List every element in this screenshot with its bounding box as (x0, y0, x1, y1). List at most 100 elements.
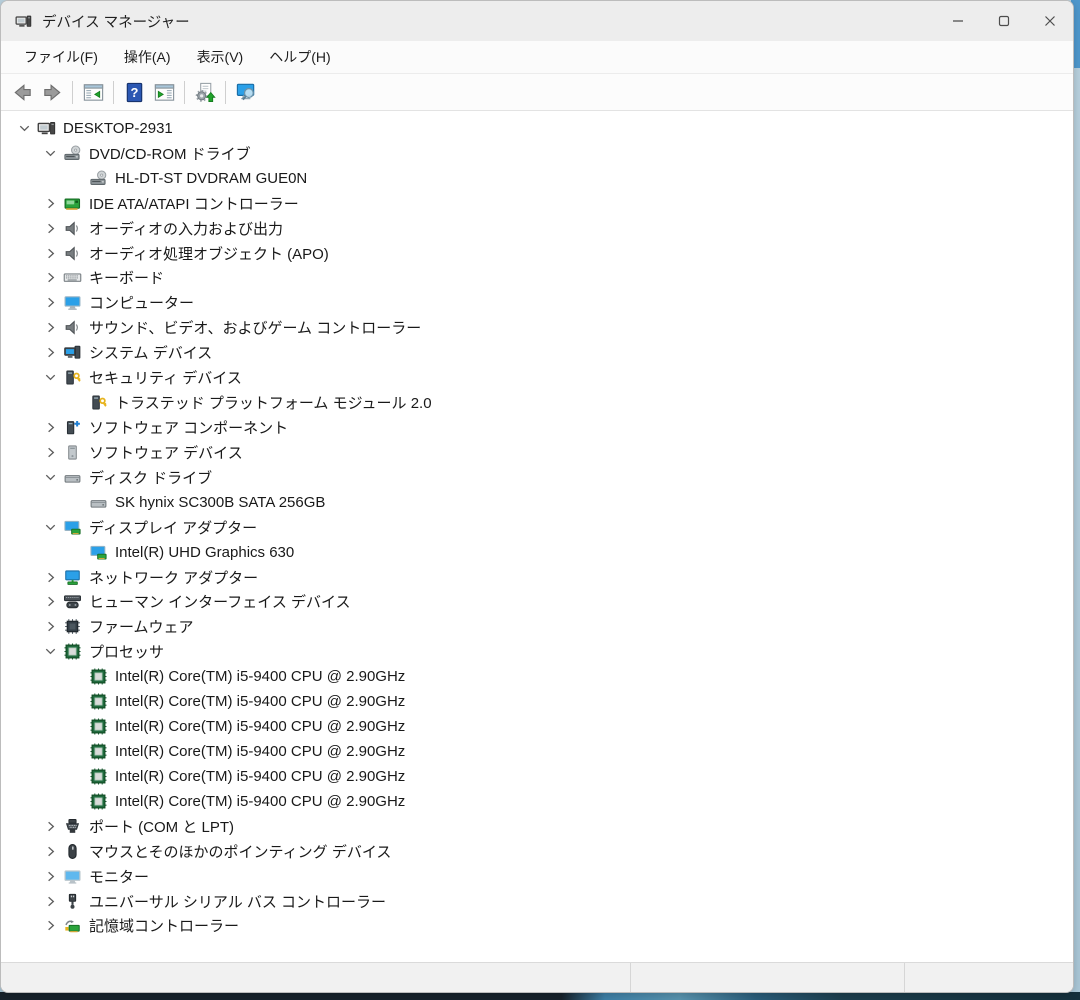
update-driver-button[interactable] (190, 78, 220, 106)
tree-item[interactable]: ユニバーサル シリアル バス コントローラー (1, 889, 1073, 914)
tree-item[interactable]: ソフトウェア コンポーネント (1, 415, 1073, 440)
network-adapter-icon (63, 568, 82, 587)
tree-item-label: サウンド、ビデオ、およびゲーム コントローラー (89, 320, 422, 338)
chevron-down-icon[interactable] (37, 468, 63, 486)
tree-item-label: ヒューマン インターフェイス デバイス (89, 594, 351, 612)
tree-item[interactable]: DESKTOP-2931 (1, 116, 1073, 141)
chevron-right-icon[interactable] (37, 344, 63, 362)
tree-item[interactable]: プロセッサ (1, 639, 1073, 664)
tree-item[interactable]: Intel(R) Core(TM) i5-9400 CPU @ 2.90GHz (1, 789, 1073, 814)
device-tree[interactable]: DESKTOP-2931 DVD/CD-ROM ドライブ HL-DT-ST DVDR… (1, 111, 1073, 962)
chevron-right-icon[interactable] (37, 917, 63, 935)
forward-button[interactable] (37, 78, 67, 106)
back-arrow-icon (11, 81, 34, 104)
chevron-right-icon[interactable] (37, 419, 63, 437)
menu-item-action[interactable]: 操作(A) (111, 42, 184, 72)
tree-item[interactable]: モニター (1, 864, 1073, 889)
chevron-right-icon (43, 869, 58, 884)
chevron-right-icon[interactable] (37, 593, 63, 611)
chevron-right-icon[interactable] (37, 842, 63, 860)
chevron-right-icon[interactable] (37, 244, 63, 262)
close-button[interactable] (1027, 1, 1073, 41)
chevron-slot-empty (63, 792, 89, 810)
tree-item[interactable]: Intel(R) UHD Graphics 630 (1, 540, 1073, 565)
chevron-right-icon[interactable] (37, 867, 63, 885)
tree-item[interactable]: IDE ATA/ATAPI コントローラー (1, 191, 1073, 216)
chevron-right-icon[interactable] (37, 294, 63, 312)
tree-item[interactable]: ディスク ドライブ (1, 465, 1073, 490)
tree-item[interactable]: ソフトウェア デバイス (1, 440, 1073, 465)
chevron-right-icon (43, 295, 58, 310)
tree-item[interactable]: オーディオの入力および出力 (1, 216, 1073, 241)
window-title: デバイス マネージャー (42, 14, 190, 31)
show-hide-console-tree-button[interactable] (78, 78, 108, 106)
chevron-right-icon[interactable] (37, 892, 63, 910)
chevron-down-icon (43, 146, 58, 161)
chevron-down-icon (43, 470, 58, 485)
chevron-right-icon[interactable] (37, 219, 63, 237)
processor-chip-icon (89, 742, 108, 761)
chevron-right-icon[interactable] (37, 269, 63, 287)
monitor-icon (63, 867, 82, 886)
tree-item-label: オーディオ処理オブジェクト (APO) (89, 245, 329, 263)
tree-item-label: Intel(R) Core(TM) i5-9400 CPU @ 2.90GHz (115, 767, 406, 785)
back-button[interactable] (7, 78, 37, 106)
chevron-right-icon (43, 221, 58, 236)
tree-item[interactable]: ディスプレイ アダプター (1, 515, 1073, 540)
tree-item[interactable]: ファームウェア (1, 614, 1073, 639)
chevron-right-icon (43, 594, 58, 609)
help-button[interactable] (119, 78, 149, 106)
tree-item[interactable]: ポート (COM と LPT) (1, 814, 1073, 839)
tree-item[interactable]: オーディオ処理オブジェクト (APO) (1, 241, 1073, 266)
chevron-down-icon[interactable] (37, 518, 63, 536)
menu-item-file[interactable]: ファイル(F) (11, 42, 111, 72)
tree-item-label: Intel(R) Core(TM) i5-9400 CPU @ 2.90GHz (115, 792, 406, 810)
tree-item-label: キーボード (89, 270, 165, 288)
tree-item[interactable]: Intel(R) Core(TM) i5-9400 CPU @ 2.90GHz (1, 764, 1073, 789)
device-manager-app-icon (15, 13, 32, 30)
tree-item[interactable]: システム デバイス (1, 340, 1073, 365)
tree-item[interactable]: DVD/CD-ROM ドライブ (1, 141, 1073, 166)
menu-item-help[interactable]: ヘルプ(H) (256, 42, 343, 72)
tree-item[interactable]: マウスとそのほかのポインティング デバイス (1, 839, 1073, 864)
chevron-down-icon[interactable] (37, 643, 63, 661)
tree-item-label: DESKTOP-2931 (63, 119, 173, 137)
tree-item[interactable]: サウンド、ビデオ、およびゲーム コントローラー (1, 315, 1073, 340)
tree-item[interactable]: ヒューマン インターフェイス デバイス (1, 590, 1073, 615)
tree-item[interactable]: Intel(R) Core(TM) i5-9400 CPU @ 2.90GHz (1, 714, 1073, 739)
chevron-down-icon[interactable] (37, 144, 63, 162)
chevron-right-icon[interactable] (37, 443, 63, 461)
chevron-right-icon[interactable] (37, 194, 63, 212)
tree-item[interactable]: 記憶域コントローラー (1, 914, 1073, 939)
show-hide-action-pane-button[interactable] (149, 78, 179, 106)
scan-hardware-changes-button[interactable] (231, 78, 261, 106)
tree-item[interactable]: Intel(R) Core(TM) i5-9400 CPU @ 2.90GHz (1, 689, 1073, 714)
maximize-button[interactable] (981, 1, 1027, 41)
tree-item[interactable]: Intel(R) Core(TM) i5-9400 CPU @ 2.90GHz (1, 739, 1073, 764)
title-bar[interactable]: デバイス マネージャー (1, 1, 1073, 41)
tree-item[interactable]: HL-DT-ST DVDRAM GUE0N (1, 166, 1073, 191)
tree-item[interactable]: キーボード (1, 266, 1073, 291)
tree-item[interactable]: Intel(R) Core(TM) i5-9400 CPU @ 2.90GHz (1, 664, 1073, 689)
display-adapter-icon (89, 543, 108, 562)
chevron-right-icon (43, 445, 58, 460)
maximize-icon (998, 15, 1010, 27)
chevron-down-icon[interactable] (11, 119, 37, 137)
chevron-right-icon[interactable] (37, 319, 63, 337)
tree-item[interactable]: SK hynix SC300B SATA 256GB (1, 490, 1073, 515)
disk-drive-icon (63, 468, 82, 487)
chevron-right-icon[interactable] (37, 618, 63, 636)
chevron-right-icon (43, 246, 58, 261)
tree-item[interactable]: セキュリティ デバイス (1, 365, 1073, 390)
chevron-down-icon[interactable] (37, 369, 63, 387)
minimize-button[interactable] (935, 1, 981, 41)
chevron-right-icon[interactable] (37, 568, 63, 586)
tree-item[interactable]: ネットワーク アダプター (1, 565, 1073, 590)
tree-item[interactable]: トラステッド プラットフォーム モジュール 2.0 (1, 390, 1073, 415)
scan-hardware-icon (235, 81, 258, 104)
tree-item[interactable]: コンピューター (1, 290, 1073, 315)
tree-item-label: マウスとそのほかのポインティング デバイス (89, 843, 392, 861)
disk-drive-icon (89, 493, 108, 512)
menu-item-view[interactable]: 表示(V) (184, 42, 257, 72)
chevron-right-icon[interactable] (37, 817, 63, 835)
